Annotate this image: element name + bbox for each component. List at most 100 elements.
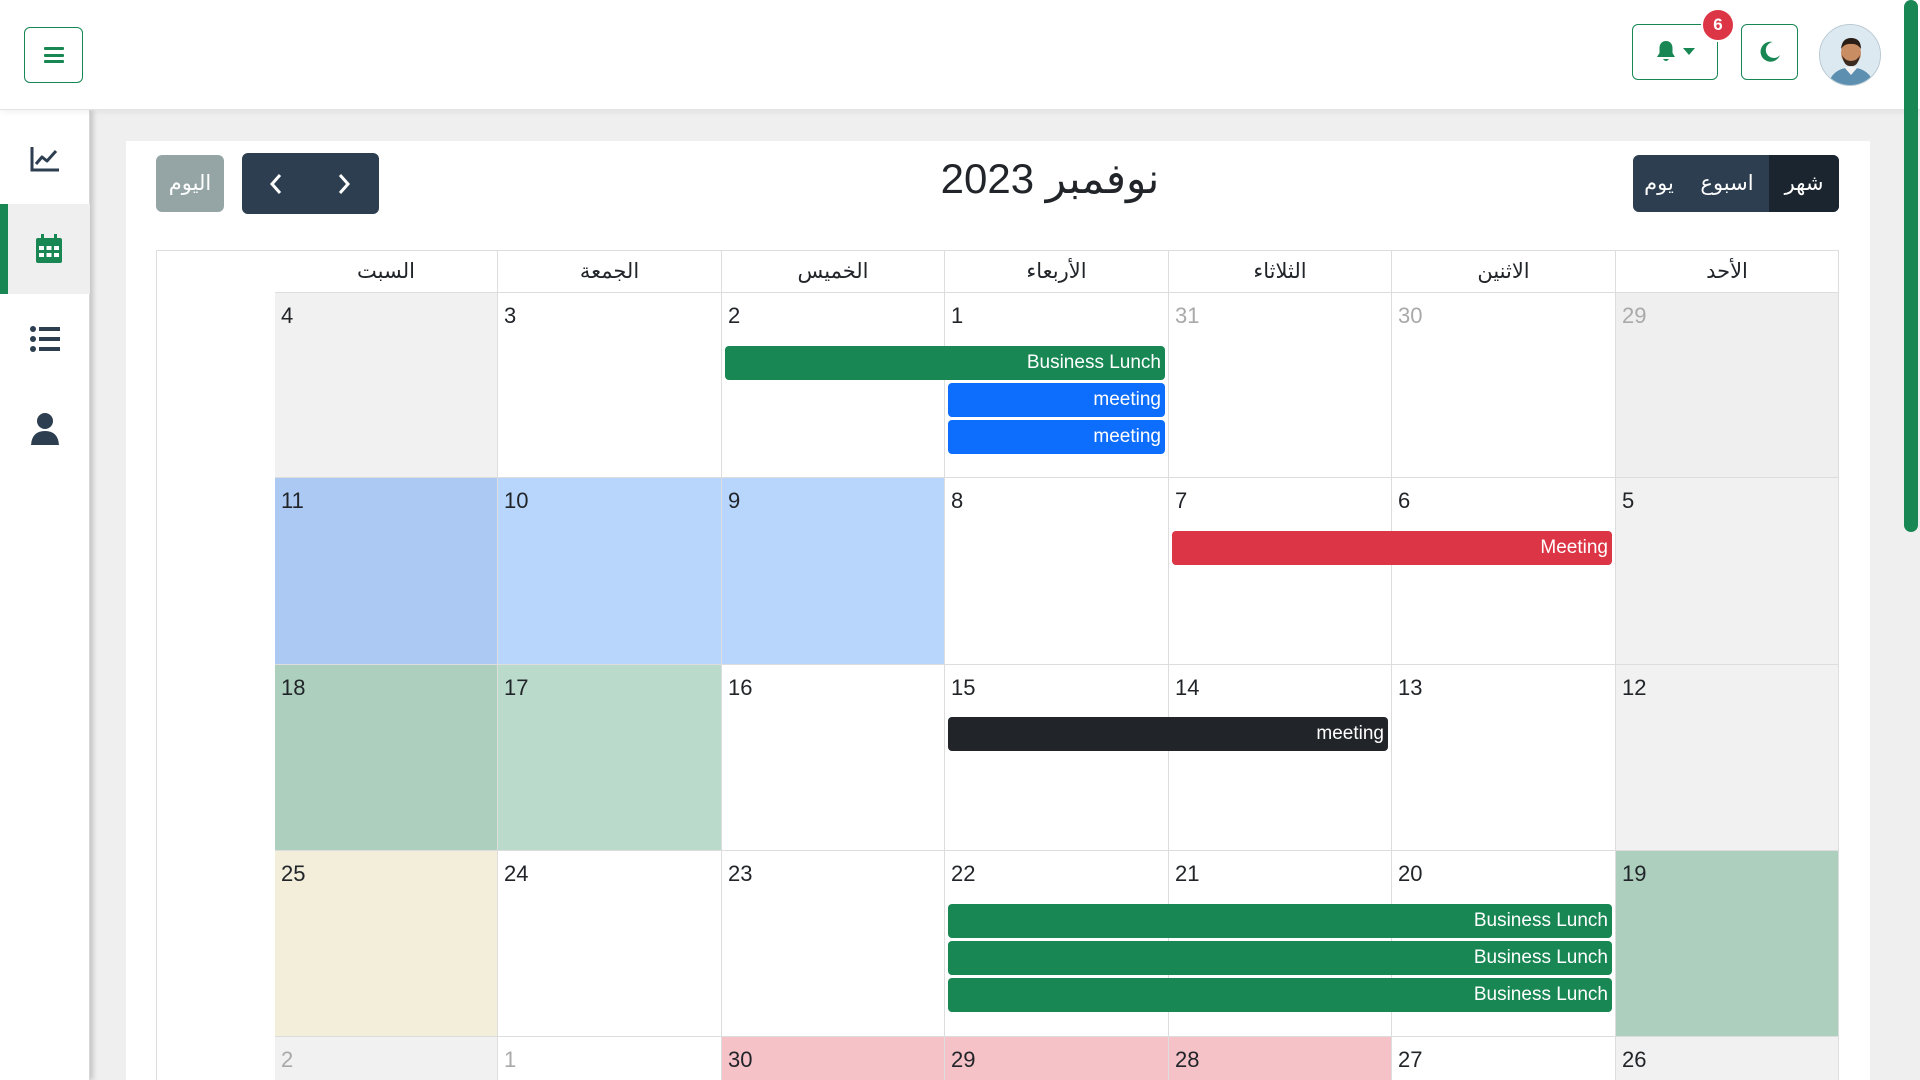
menu-icon (43, 47, 64, 63)
day-number: 1 (951, 303, 964, 328)
day-number: 21 (1175, 861, 1200, 886)
day-cell[interactable]: 30 (1392, 293, 1616, 478)
month-view-button[interactable]: شهر (1769, 155, 1839, 212)
theme-toggle-button[interactable] (1741, 24, 1798, 80)
day-cell[interactable]: 16 (722, 665, 945, 851)
weekday-header: الخميس (722, 251, 945, 293)
day-number: 9 (728, 488, 741, 513)
day-cell[interactable]: 4 (275, 293, 498, 478)
day-cell[interactable]: 27 (1392, 1037, 1616, 1080)
calendar-event[interactable]: meeting (948, 717, 1388, 751)
calendar-event[interactable]: meeting (948, 383, 1165, 417)
calendar-event[interactable]: Business Lunch (948, 904, 1612, 938)
bell-icon (1657, 41, 1675, 61)
menu-toggle-button[interactable] (24, 27, 83, 83)
user-avatar[interactable] (1819, 24, 1881, 86)
calendar-title: نوفمبر 2023 (940, 155, 1160, 202)
day-cell[interactable]: 1 (498, 1037, 722, 1080)
day-number: 18 (281, 675, 306, 700)
week-view-button[interactable]: اسبوع (1685, 155, 1769, 212)
day-number: 10 (504, 488, 529, 513)
day-cell[interactable]: 14 (1169, 665, 1392, 851)
list-icon (30, 326, 60, 352)
day-cell[interactable]: 26 (1616, 1037, 1839, 1080)
day-number: 19 (1622, 861, 1647, 886)
day-number: 2 (281, 1047, 294, 1072)
sidebar-item-list[interactable] (0, 294, 90, 384)
day-number: 13 (1398, 675, 1423, 700)
calendar-nav (242, 153, 379, 214)
day-cell[interactable]: 24 (498, 851, 722, 1037)
calendar-event[interactable]: Business Lunch (948, 978, 1612, 1012)
day-number: 25 (281, 861, 306, 886)
day-cell[interactable]: 18 (275, 665, 498, 851)
day-cell[interactable]: 7 (1169, 478, 1392, 665)
weekday-header: السبت (275, 251, 498, 293)
calendar-event[interactable]: Business Lunch (725, 346, 1165, 380)
moon-icon (1760, 41, 1780, 62)
view-switcher: يوم اسبوع شهر (1633, 155, 1839, 212)
day-number: 30 (728, 1047, 753, 1072)
user-icon (31, 413, 59, 445)
day-cell[interactable]: 30 (722, 1037, 945, 1080)
day-cell[interactable]: 6 (1392, 478, 1616, 665)
sidebar-item-dashboard[interactable] (0, 114, 90, 204)
day-number: 3 (504, 303, 517, 328)
day-cell[interactable]: 10 (498, 478, 722, 665)
day-cell[interactable]: 11 (275, 478, 498, 665)
weekday-header: الجمعة (498, 251, 722, 293)
day-number: 29 (1622, 303, 1647, 328)
today-button[interactable]: اليوم (156, 155, 224, 212)
chart-line-icon (30, 147, 59, 172)
day-cell[interactable]: 31 (1169, 293, 1392, 478)
day-number: 24 (504, 861, 529, 886)
avatar-image (1820, 25, 1880, 85)
day-number: 14 (1175, 675, 1200, 700)
day-number: 20 (1398, 861, 1423, 886)
chevron-right-icon (338, 173, 351, 194)
day-cell[interactable]: 19 (1616, 851, 1839, 1037)
day-view-button[interactable]: يوم (1633, 155, 1685, 212)
notification-count-badge: 6 (1701, 8, 1735, 42)
day-cell[interactable]: 2 (722, 293, 945, 478)
calendar-event[interactable]: Meeting (1172, 531, 1612, 565)
day-cell[interactable]: 28 (1169, 1037, 1392, 1080)
sidebar-item-profile[interactable] (0, 384, 90, 474)
next-month-button[interactable] (310, 153, 378, 214)
day-cell[interactable]: 15 (945, 665, 1169, 851)
day-number: 15 (951, 675, 976, 700)
day-cell[interactable]: 3 (498, 293, 722, 478)
day-number: 23 (728, 861, 753, 886)
day-number: 2 (728, 303, 741, 328)
day-cell[interactable]: 8 (945, 478, 1169, 665)
day-cell[interactable]: 12 (1616, 665, 1839, 851)
day-number: 16 (728, 675, 753, 700)
day-cell[interactable]: 25 (275, 851, 498, 1037)
day-number: 4 (281, 303, 294, 328)
day-number: 31 (1175, 303, 1200, 328)
day-cell[interactable]: 5 (1616, 478, 1839, 665)
day-number: 12 (1622, 675, 1647, 700)
prev-month-button[interactable] (242, 153, 310, 214)
page-scrollbar[interactable] (1904, 0, 1918, 532)
calendar-event[interactable]: meeting (948, 420, 1165, 454)
sidebar-item-calendar[interactable] (0, 204, 90, 294)
day-number: 29 (951, 1047, 976, 1072)
day-number: 17 (504, 675, 529, 700)
day-cell[interactable]: 17 (498, 665, 722, 851)
day-cell[interactable]: 2 (275, 1037, 498, 1080)
day-cell[interactable]: 23 (722, 851, 945, 1037)
day-number: 30 (1398, 303, 1423, 328)
day-number: 8 (951, 488, 964, 513)
day-cell[interactable]: 9 (722, 478, 945, 665)
day-number: 27 (1398, 1047, 1423, 1072)
day-cell[interactable]: 13 (1392, 665, 1616, 851)
weekday-header: الثلاثاء (1169, 251, 1392, 293)
day-cell[interactable]: 29 (1616, 293, 1839, 478)
day-cell[interactable]: 29 (945, 1037, 1169, 1080)
calendar-event[interactable]: Business Lunch (948, 941, 1612, 975)
day-number: 22 (951, 861, 976, 886)
day-number: 7 (1175, 488, 1188, 513)
day-number: 6 (1398, 488, 1411, 513)
day-number: 26 (1622, 1047, 1647, 1072)
